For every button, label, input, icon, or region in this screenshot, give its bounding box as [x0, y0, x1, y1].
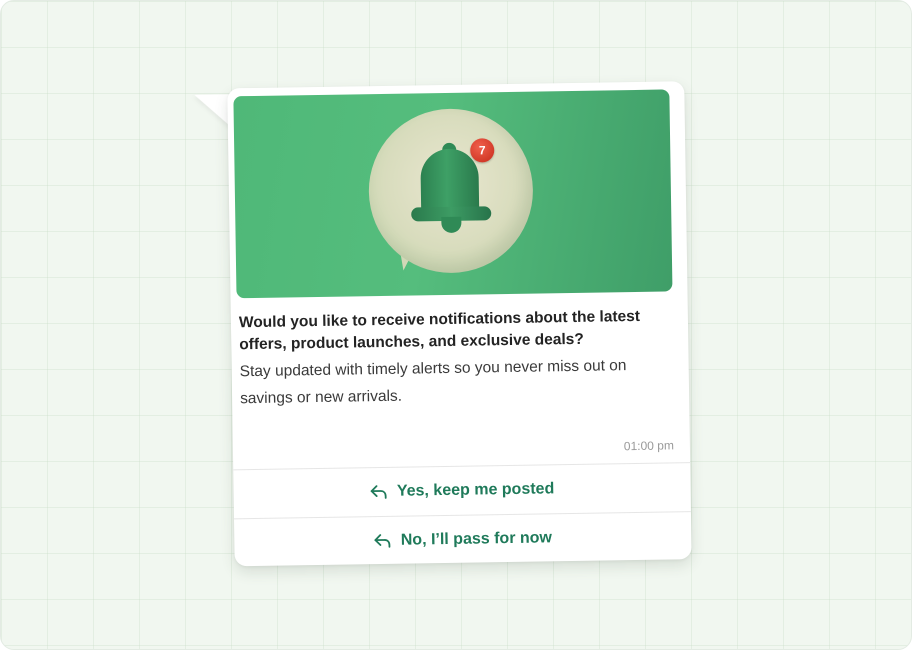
quick-reply-yes-button[interactable]: Yes, keep me posted: [233, 464, 691, 517]
message-title: Would you like to receive notifications …: [238, 307, 641, 354]
message-timestamp: 01:00 pm: [623, 438, 675, 454]
quick-reply-yes-label: Yes, keep me posted: [396, 480, 555, 500]
bell-icon: [420, 148, 480, 214]
canvas-background: 7 Would you like to receive notification…: [0, 0, 912, 650]
reply-arrow-icon: [374, 534, 391, 548]
message-body: Stay updated with timely alerts so you n…: [239, 357, 627, 408]
quick-reply-no-button[interactable]: No, I’ll pass for now: [234, 513, 692, 566]
quick-reply-no-label: No, I’ll pass for now: [400, 529, 553, 549]
notification-hero-image: 7: [233, 89, 673, 299]
chat-message-wrapper: 7 Would you like to receive notification…: [194, 81, 694, 571]
chat-message-card: 7 Would you like to receive notification…: [227, 81, 692, 567]
reply-arrow-icon: [370, 485, 387, 499]
